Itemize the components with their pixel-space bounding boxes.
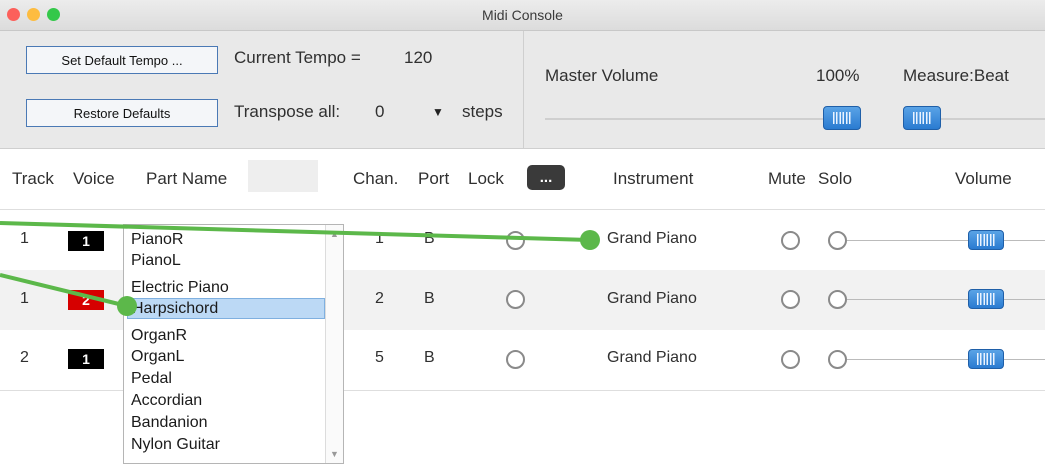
annotation-overlay [0,221,600,316]
annotation-line-instrument [0,221,591,242]
annotation-line-part [0,273,128,308]
annotation-dot-instrument [580,230,600,250]
annotation-dot-part [117,296,137,316]
